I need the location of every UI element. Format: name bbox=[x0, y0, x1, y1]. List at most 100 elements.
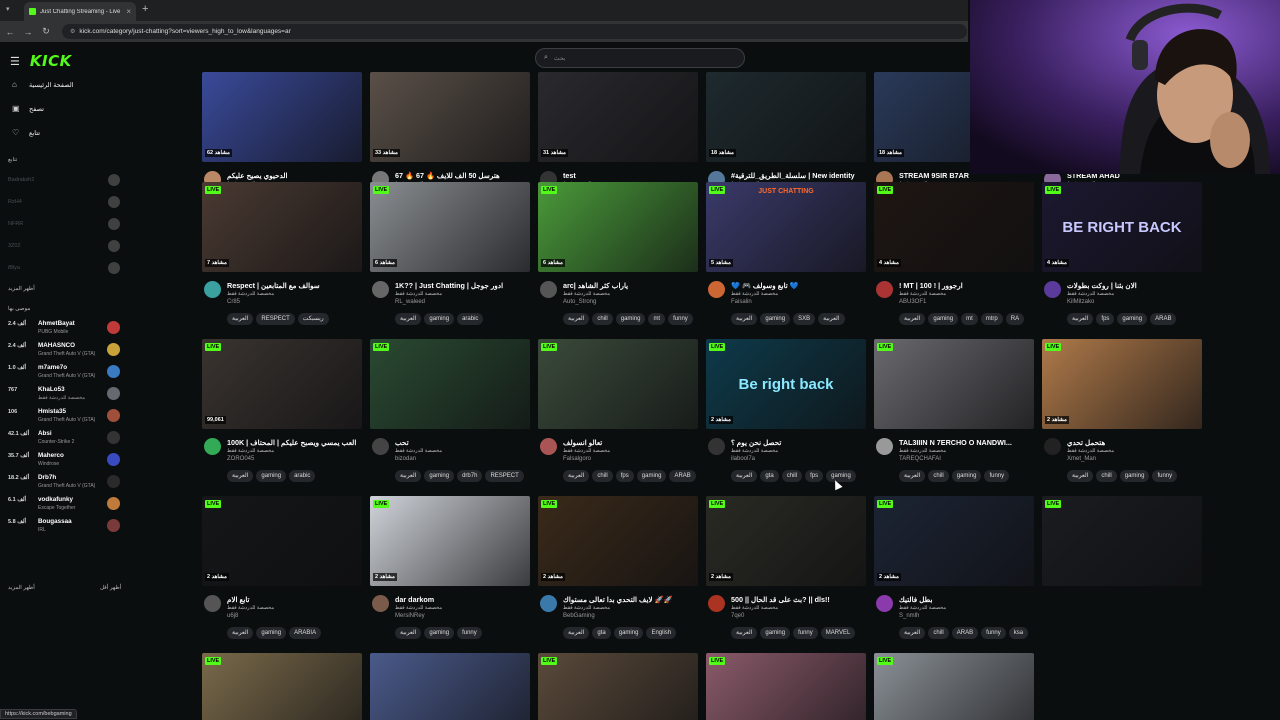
streamer-name[interactable]: ABU3OF1 bbox=[899, 299, 926, 305]
stream-card[interactable]: LIVE bbox=[1042, 496, 1202, 586]
browser-tab[interactable]: Just Chatting Streaming - Live × bbox=[24, 2, 136, 21]
stream-thumbnail[interactable]: LIVE 2 مشاهد bbox=[706, 496, 866, 586]
stream-card[interactable]: 31 مشاهدtestمخصصة للدردشة فقط2oxuالعربية bbox=[538, 72, 698, 215]
tag-chip[interactable]: العربية bbox=[395, 313, 422, 325]
tag-chip[interactable]: ARAB bbox=[669, 470, 696, 482]
tag-chip[interactable]: mt bbox=[648, 313, 666, 325]
streamer-avatar[interactable] bbox=[708, 281, 725, 298]
stream-thumbnail[interactable]: Be right back LIVE 2 مشاهد bbox=[706, 339, 866, 429]
streamer-avatar[interactable] bbox=[1044, 438, 1061, 455]
show-less-link[interactable]: أظهر أقل bbox=[100, 585, 121, 591]
streamer-name[interactable]: BebGaming bbox=[563, 613, 595, 619]
tag-chip[interactable]: ريسبكت bbox=[297, 313, 329, 325]
stream-thumbnail[interactable]: LIVE 4 مشاهد bbox=[874, 182, 1034, 272]
show-more-link[interactable]: أظهر المزيد bbox=[8, 585, 35, 591]
tag-chip[interactable]: funny bbox=[668, 313, 693, 325]
streamer-avatar[interactable] bbox=[1044, 281, 1061, 298]
tag-chip[interactable]: RA bbox=[1005, 313, 1025, 325]
followed-channel[interactable]: Badraksh2 bbox=[8, 174, 120, 186]
stream-category[interactable]: مخصصة للدردشة فقط bbox=[1067, 291, 1114, 297]
stream-category[interactable]: مخصصة للدردشة فقط bbox=[731, 448, 778, 454]
streamer-name[interactable]: ZORO045 bbox=[227, 456, 254, 462]
tag-chip[interactable]: funny bbox=[1152, 470, 1178, 482]
stream-thumbnail[interactable]: LIVE 99,061 bbox=[202, 339, 362, 429]
stream-title[interactable]: الان بثنا | روكت بطولات bbox=[1067, 281, 1202, 290]
tag-chip[interactable]: ARABIA bbox=[289, 627, 322, 639]
streamer-avatar[interactable] bbox=[876, 281, 893, 298]
tag-chip[interactable]: العربية bbox=[563, 627, 590, 639]
stream-card[interactable]: LIVE 2 مشاهد بطل فالتيك مخصصة للدردشة فقط S_… bbox=[874, 496, 1034, 639]
stream-title[interactable]: Respect | سوالف مع المتابعين bbox=[227, 281, 362, 290]
tab-list-chevron-icon[interactable]: ▾ bbox=[6, 5, 10, 13]
streamer-avatar[interactable] bbox=[372, 438, 389, 455]
tag-chip[interactable]: ARAB bbox=[951, 627, 979, 639]
stream-title[interactable]: بث على قد الحال || 500? || dls!! bbox=[731, 595, 866, 604]
stream-thumbnail[interactable]: LIVE bbox=[370, 339, 530, 429]
stream-category[interactable]: مخصصة للدردشة فقط bbox=[1067, 448, 1114, 454]
streamer-avatar[interactable] bbox=[204, 281, 221, 298]
streamer-name[interactable]: Faisalin bbox=[731, 299, 752, 305]
recommended-channel[interactable]: 35.7 ألف Maherco Windrose bbox=[8, 451, 120, 471]
stream-title[interactable]: ! MT | 100 ! | ارجوور bbox=[899, 281, 1034, 290]
streamer-avatar[interactable] bbox=[708, 595, 725, 612]
tag-chip[interactable]: العربية bbox=[1067, 313, 1094, 325]
tag-chip[interactable]: gaming bbox=[760, 313, 791, 325]
streamer-name[interactable]: MersiNRey bbox=[395, 613, 425, 619]
stream-card[interactable]: 33 مشاهد67 🔥 هترسل 50 الف للايف 🔥 67مخصص… bbox=[370, 72, 530, 215]
recommended-channel[interactable]: 42.1 ألف Absi Counter-Strike 2 bbox=[8, 429, 120, 449]
url-field[interactable]: ⚙ kick.com/category/just-chatting?sort=v… bbox=[62, 24, 967, 39]
stream-card[interactable]: LIVE bbox=[202, 653, 362, 720]
tag-chip[interactable]: العربية bbox=[818, 313, 845, 325]
stream-card[interactable]: LIVE تعالو انسولف مخصصة للدردشة فقط Falsalg… bbox=[538, 339, 698, 482]
stream-title[interactable]: 💙 🎮 تابع وسولف 💙 bbox=[731, 281, 866, 290]
streamer-avatar[interactable] bbox=[876, 595, 893, 612]
tag-chip[interactable]: mt bbox=[961, 313, 978, 325]
stream-thumbnail[interactable]: BE RIGHT BACK LIVE 4 مشاهد bbox=[1042, 182, 1202, 272]
stream-category[interactable]: مخصصة للدردشة فقط bbox=[395, 448, 442, 454]
stream-card[interactable]: LIVE 2 مشاهد بث على قد الحال || 500? || dl… bbox=[706, 496, 866, 639]
menu-icon[interactable]: ☰ bbox=[10, 55, 20, 68]
streamer-name[interactable]: Cr85 bbox=[227, 299, 240, 305]
stream-thumbnail[interactable]: JUST CHATTING LIVE 5 مشاهد bbox=[706, 182, 866, 272]
streamer-name[interactable]: Auto_Strong bbox=[563, 299, 596, 305]
stream-category[interactable]: مخصصة للدردشة فقط bbox=[227, 448, 274, 454]
recommended-channel[interactable]: 767 KhaLo53 مخصصة للدردشة فقط bbox=[8, 385, 120, 405]
tag-chip[interactable]: gaming bbox=[1117, 313, 1148, 325]
tag-chip[interactable]: gaming bbox=[636, 470, 667, 482]
stream-card[interactable]: 62 مشاهدالدحيوي يصيح عليكممخصصة للدردشة … bbox=[202, 72, 362, 215]
stream-thumbnail[interactable]: LIVE 2 مشاهد bbox=[538, 496, 698, 586]
stream-thumbnail[interactable]: 31 مشاهد bbox=[538, 72, 698, 162]
stream-card[interactable]: JUST CHATTING LIVE 5 مشاهد 💙 🎮 تابع وسولف 💙… bbox=[706, 182, 866, 325]
search-bar[interactable]: ⌕ بحث bbox=[535, 48, 745, 68]
streamer-name[interactable]: ilabool7a bbox=[731, 456, 755, 462]
streamer-name[interactable]: TAREQCHAFAI bbox=[899, 456, 941, 462]
stream-thumbnail[interactable]: LIVE bbox=[1042, 496, 1202, 586]
stream-card[interactable]: LIVE 2 مشاهد لايف التحدي بدا تعالى مستواك … bbox=[538, 496, 698, 639]
stream-thumbnail[interactable]: LIVE bbox=[874, 653, 1034, 720]
stream-card[interactable]: 18 مشاهد #سلسلة_الطريق_للترقية | New iden… bbox=[706, 72, 866, 215]
stream-thumbnail[interactable]: LIVE bbox=[538, 653, 698, 720]
stream-thumbnail[interactable]: LIVE 2 مشاهد bbox=[370, 496, 530, 586]
stream-category[interactable]: مخصصة للدردشة فقط bbox=[563, 291, 610, 297]
streamer-name[interactable]: Falsalgoro bbox=[563, 456, 591, 462]
tag-chip[interactable]: العربية bbox=[731, 313, 758, 325]
tag-chip[interactable]: العربية bbox=[731, 470, 758, 482]
nav-home[interactable]: ⌂ الصفحة الرئيسية bbox=[12, 80, 74, 89]
nav-browse[interactable]: ▣ تصفح bbox=[12, 104, 44, 113]
tag-chip[interactable]: MARVEL bbox=[820, 627, 856, 639]
recommended-channel[interactable]: 2.4 ألف MAHASNCO Grand Theft Auto V (GTA) bbox=[8, 341, 120, 361]
stream-title[interactable]: 67 🔥 هترسل 50 الف للايف 🔥 67 bbox=[395, 171, 530, 180]
recommended-channel[interactable]: 18.2 ألف Drb7h Grand Theft Auto V (GTA) bbox=[8, 473, 120, 493]
stream-title[interactable]: لايف التحدي بدا تعالى مستواك 🚀🚀 bbox=[563, 595, 698, 604]
close-tab-icon[interactable]: × bbox=[126, 7, 131, 16]
tag-chip[interactable]: RESPECT bbox=[256, 313, 295, 325]
tag-chip[interactable]: gta bbox=[760, 470, 779, 482]
tag-chip[interactable]: gaming bbox=[424, 470, 455, 482]
back-icon[interactable]: ← bbox=[2, 27, 18, 37]
stream-category[interactable]: مخصصة للدردشة فقط bbox=[227, 291, 274, 297]
stream-title[interactable]: تابع الام bbox=[227, 595, 362, 604]
stream-thumbnail[interactable]: 33 مشاهد bbox=[370, 72, 530, 162]
streamer-name[interactable]: KilMitzako bbox=[1067, 299, 1094, 305]
stream-thumbnail[interactable]: LIVE bbox=[874, 339, 1034, 429]
tag-chip[interactable]: العربية bbox=[227, 627, 254, 639]
